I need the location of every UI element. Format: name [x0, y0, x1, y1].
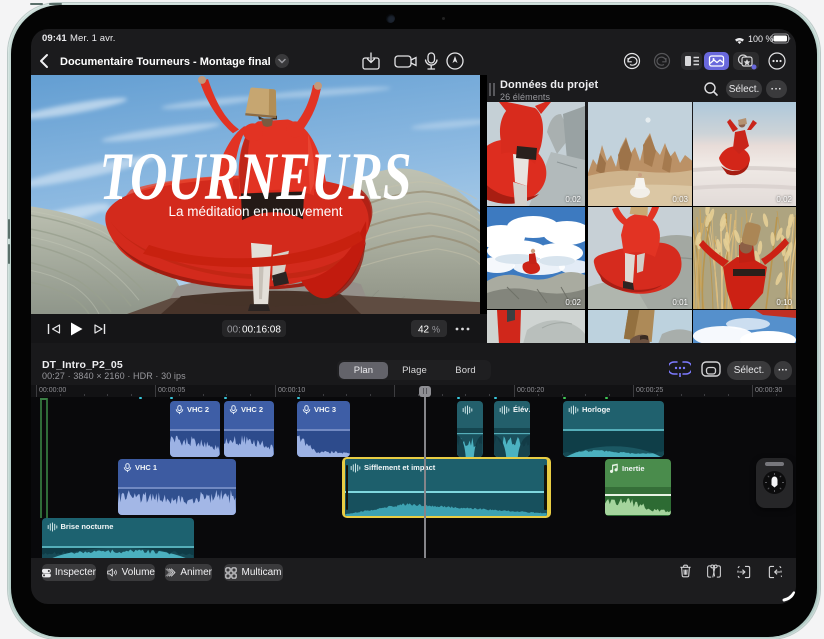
svg-text:%: %	[432, 325, 440, 335]
svg-text:00:: 00:	[227, 325, 241, 336]
svg-text:100 %: 100 %	[748, 34, 774, 44]
svg-text:00:16:08: 00:16:08	[242, 325, 281, 336]
svg-text:Documentaire Tourneurs - Monta: Documentaire Tourneurs - Montage final	[60, 56, 271, 68]
svg-text:42: 42	[418, 325, 430, 336]
